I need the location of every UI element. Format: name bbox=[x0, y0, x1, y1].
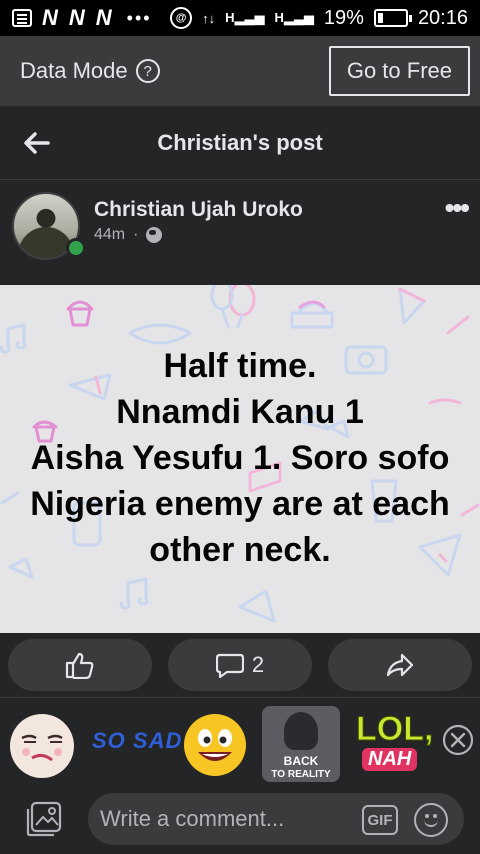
photo-icon[interactable] bbox=[26, 801, 64, 837]
sticker-so-sad[interactable]: SO SAD bbox=[92, 728, 182, 754]
post-header: Christian Ujah Uroko 44m · ••• bbox=[0, 180, 480, 285]
share-icon bbox=[386, 653, 414, 677]
globe-icon bbox=[146, 227, 163, 243]
comment-bar: GIF bbox=[0, 787, 480, 854]
carrier-n-icon: N bbox=[95, 5, 113, 30]
sticker-text: BACK bbox=[283, 754, 319, 768]
post-time[interactable]: 44m bbox=[94, 226, 125, 244]
comment-button[interactable]: 2 bbox=[168, 639, 312, 691]
help-icon[interactable]: ? bbox=[135, 59, 160, 83]
go-to-free-button[interactable]: Go to Free bbox=[328, 46, 470, 96]
battery-icon bbox=[373, 9, 412, 27]
status-bar: N N N ••• @ ↑↓ H▂▃▅ H▂▃▅ 19% 20:16 bbox=[0, 0, 480, 36]
sticker-back-to-reality[interactable]: BACK TO REALITY bbox=[262, 706, 340, 782]
author-name[interactable]: Christian Ujah Uroko bbox=[94, 198, 303, 222]
sticker-text: TO REALITY bbox=[271, 769, 331, 780]
data-mode-label: Data Mode bbox=[20, 58, 128, 83]
comment-icon bbox=[215, 653, 244, 678]
battery-fill bbox=[377, 13, 383, 23]
post-text-line: Aisha Yesufu 1. Soro sofo bbox=[30, 439, 450, 477]
page-title: Christian's post bbox=[157, 129, 323, 155]
carrier-n-icon: N bbox=[42, 5, 59, 30]
separator: · bbox=[133, 226, 139, 243]
sticker-text: LOL, bbox=[355, 710, 434, 749]
emoji-icon[interactable] bbox=[414, 803, 448, 837]
comment-input[interactable] bbox=[88, 793, 464, 845]
post-text-line: Half time. bbox=[163, 347, 317, 385]
sticker-text: NAH bbox=[362, 748, 418, 771]
post-actions: 2 bbox=[0, 633, 480, 697]
sticker-lol-nah[interactable]: LOL, NAH bbox=[352, 708, 434, 782]
dots-icon: ••• bbox=[126, 7, 152, 28]
battery-percent: 19% bbox=[323, 6, 364, 29]
sticker-emoji-grin[interactable] bbox=[182, 712, 248, 778]
thumbs-up-icon bbox=[65, 652, 94, 679]
data-saver-icon: @ bbox=[170, 7, 193, 29]
more-options-icon[interactable]: ••• bbox=[445, 194, 470, 222]
like-button[interactable] bbox=[8, 639, 152, 691]
page-header: Christian's post bbox=[0, 106, 480, 180]
signal-icon: H▂▃▅ bbox=[274, 10, 314, 25]
post-text-line: Nigeria enemy are at each bbox=[30, 485, 450, 523]
carrier-n-icon: N bbox=[68, 5, 86, 30]
data-mode-bar: Data Mode ? Go to Free bbox=[0, 36, 480, 106]
notes-icon bbox=[12, 9, 32, 27]
online-status-icon bbox=[66, 238, 86, 258]
post-text-line: other neck. bbox=[149, 531, 331, 569]
post-text-line: Nnamdi Kanu 1 bbox=[116, 393, 364, 431]
post-meta: 44m · bbox=[94, 226, 163, 244]
signal-icon: H▂▃▅ bbox=[225, 10, 265, 25]
close-icon[interactable] bbox=[442, 724, 474, 756]
clock: 20:16 bbox=[417, 6, 468, 29]
post-text: Half time. Nnamdi Kanu 1 Aisha Yesufu 1.… bbox=[0, 343, 480, 573]
share-button[interactable] bbox=[328, 639, 472, 691]
data-arrows-icon: ↑↓ bbox=[202, 10, 216, 26]
post-background: Half time. Nnamdi Kanu 1 Aisha Yesufu 1.… bbox=[0, 285, 480, 633]
comment-count: 2 bbox=[251, 652, 265, 677]
sticker-suggestions: SO SAD BACK TO REALITY LOL, NAH bbox=[0, 697, 480, 787]
sticker-meh-face[interactable] bbox=[6, 708, 78, 780]
back-arrow-icon[interactable] bbox=[0, 106, 72, 180]
gif-button[interactable]: GIF bbox=[362, 805, 398, 835]
